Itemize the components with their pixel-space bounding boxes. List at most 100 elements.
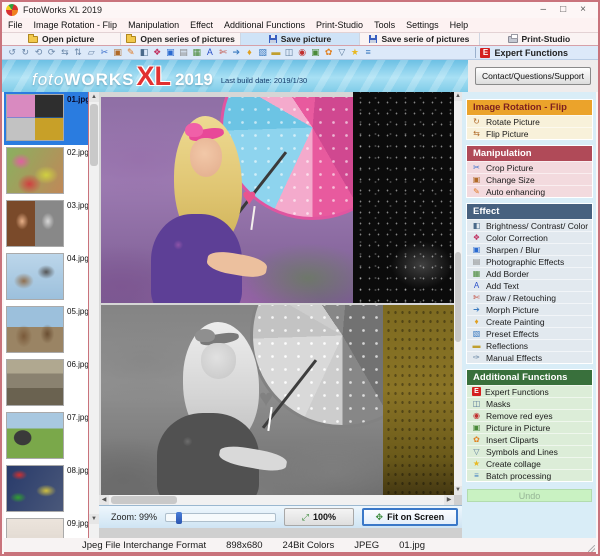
canvas-horizontal-scrollbar[interactable]: ◀ ▶ bbox=[99, 495, 454, 505]
draw-retouching-icon[interactable]: ✄ bbox=[217, 46, 229, 59]
thumbnail-01[interactable]: 01.jpg bbox=[4, 92, 88, 145]
panel-item-masks[interactable]: ◫ Masks bbox=[467, 397, 592, 409]
photographic-effects-icon[interactable]: ▤ bbox=[177, 46, 189, 59]
thumbnail-03[interactable]: 03.jpg bbox=[4, 198, 88, 251]
panel-item-flip-picture[interactable]: ⇆ Flip Picture bbox=[467, 127, 592, 139]
thumbnail-04[interactable]: 04.jpg bbox=[4, 251, 88, 304]
image-preview-area[interactable]: ♥ ♥ bbox=[99, 92, 454, 495]
crop-icon[interactable]: ✂ bbox=[98, 46, 110, 59]
minimize-button[interactable]: – bbox=[541, 5, 547, 15]
scroll-down-icon[interactable]: ▼ bbox=[89, 514, 99, 524]
save-picture-button[interactable]: Save picture bbox=[241, 33, 360, 45]
rotate-90-ccw-icon[interactable]: ⟲ bbox=[32, 46, 44, 59]
close-button[interactable]: × bbox=[580, 5, 586, 15]
menu-tools[interactable]: Tools bbox=[374, 20, 395, 30]
panel-item-draw-retouching[interactable]: ✄ Draw / Retouching bbox=[467, 291, 592, 303]
rotate-right-icon[interactable]: ↻ bbox=[19, 46, 31, 59]
panel-item-remove-red-eyes[interactable]: ◉ Remove red eyes bbox=[467, 409, 592, 421]
maximize-button[interactable]: □ bbox=[560, 5, 566, 15]
expert-functions-button[interactable]: E Expert Functions bbox=[480, 48, 594, 58]
brightness-contrast-icon[interactable]: ◧ bbox=[138, 46, 150, 59]
scrollbar-thumb[interactable] bbox=[90, 104, 98, 166]
panel-item-crop-picture[interactable]: ✂ Crop Picture bbox=[467, 161, 592, 173]
resize-grip-icon[interactable] bbox=[588, 545, 595, 552]
open-picture-button[interactable]: Open picture bbox=[2, 33, 121, 45]
panel-item-change-size[interactable]: ▣ Change Size bbox=[467, 173, 592, 185]
morph-picture-icon[interactable]: ➔ bbox=[230, 46, 242, 59]
menu-help[interactable]: Help bbox=[450, 20, 469, 30]
sharpen-blur-icon[interactable]: ▣ bbox=[164, 46, 176, 59]
scroll-up-icon[interactable]: ▲ bbox=[454, 92, 462, 101]
thumbnail-07[interactable]: 07.jpg bbox=[4, 410, 88, 463]
menu-effect[interactable]: Effect bbox=[190, 20, 213, 30]
panel-item-photographic-effects[interactable]: ▤ Photographic Effects bbox=[467, 255, 592, 267]
canvas-vertical-scrollbar[interactable]: ▲ ▼ bbox=[454, 92, 462, 495]
menu-manipulation[interactable]: Manipulation bbox=[128, 20, 179, 30]
create-painting-icon[interactable]: ♦ bbox=[243, 46, 255, 59]
panel-item-expert-functions[interactable]: E Expert Functions bbox=[467, 385, 592, 397]
batch-processing-icon[interactable]: ≡ bbox=[362, 46, 374, 59]
zoom-slider[interactable] bbox=[165, 513, 276, 522]
add-border-icon[interactable]: ▦ bbox=[191, 46, 203, 59]
zoom-slider-thumb[interactable] bbox=[176, 512, 182, 524]
menu-print-studio[interactable]: Print-Studio bbox=[316, 20, 363, 30]
open-series-button[interactable]: Open series of pictures bbox=[121, 33, 240, 45]
menu-image-rotation-flip[interactable]: Image Rotation - Flip bbox=[34, 20, 118, 30]
resize-icon[interactable]: ▣ bbox=[112, 46, 124, 59]
menu-file[interactable]: File bbox=[8, 20, 23, 30]
symbols-lines-icon[interactable]: ▽ bbox=[336, 46, 348, 59]
menu-additional-functions[interactable]: Additional Functions bbox=[224, 20, 305, 30]
panel-item-brightness-contrast-color[interactable]: ◧ Brightness/ Contrast/ Color bbox=[467, 219, 592, 231]
scrollbar-thumb[interactable] bbox=[111, 496, 177, 504]
menu-settings[interactable]: Settings bbox=[406, 20, 439, 30]
color-correction-icon[interactable]: ❖ bbox=[151, 46, 163, 59]
scroll-right-icon[interactable]: ▶ bbox=[444, 495, 454, 505]
masks-icon[interactable]: ◫ bbox=[283, 46, 295, 59]
panel-item-auto-enhancing[interactable]: ✎ Auto enhancing bbox=[467, 185, 592, 197]
thumbnail-02[interactable]: 02.jpg bbox=[4, 145, 88, 198]
panel-item-create-painting[interactable]: ♦ Create Painting bbox=[467, 315, 592, 327]
panel-item-morph-picture[interactable]: ➔ Morph Picture bbox=[467, 303, 592, 315]
remove-red-eyes-icon[interactable]: ◉ bbox=[296, 46, 308, 59]
panel-item-reflections[interactable]: ▬ Reflections bbox=[467, 339, 592, 351]
thumbnail-09[interactable]: 09.jpg bbox=[4, 516, 88, 538]
fit-on-screen-button[interactable]: ✥ Fit on Screen bbox=[362, 508, 458, 526]
print-studio-button[interactable]: Print-Studio bbox=[480, 33, 598, 45]
create-collage-icon[interactable]: ★ bbox=[349, 46, 361, 59]
thumbnail-08[interactable]: 08.jpg bbox=[4, 463, 88, 516]
panel-item-preset-effects[interactable]: ▧ Preset Effects bbox=[467, 327, 592, 339]
preset-effects-icon[interactable]: ▧ bbox=[257, 46, 269, 59]
panel-item-insert-cliparts[interactable]: ✿ Insert Cliparts bbox=[467, 433, 592, 445]
thumbnail-scrollbar[interactable]: ▲ ▼ bbox=[89, 92, 99, 538]
scroll-left-icon[interactable]: ◀ bbox=[99, 495, 109, 505]
flip-vertical-icon[interactable]: ⇅ bbox=[72, 46, 84, 59]
rotate-left-icon[interactable]: ↺ bbox=[6, 46, 18, 59]
mirror-icon[interactable]: ▱ bbox=[85, 46, 97, 59]
panel-item-color-correction[interactable]: ❖ Color Correction bbox=[467, 231, 592, 243]
scroll-up-icon[interactable]: ▲ bbox=[89, 92, 99, 102]
save-series-button[interactable]: Save serie of pictures bbox=[360, 33, 479, 45]
rotate-90-cw-icon[interactable]: ⟳ bbox=[46, 46, 58, 59]
scroll-down-icon[interactable]: ▼ bbox=[454, 486, 462, 495]
reflections-icon[interactable]: ▬ bbox=[270, 46, 282, 59]
picture-in-picture-icon[interactable]: ▣ bbox=[309, 46, 321, 59]
undo-button[interactable]: Undo bbox=[467, 489, 592, 502]
thumbnail-05[interactable]: 05.jpg bbox=[4, 304, 88, 357]
panel-item-manual-effects[interactable]: ✑ Manual Effects bbox=[467, 351, 592, 363]
panel-item-sharpen-blur[interactable]: ▣ Sharpen / Blur bbox=[467, 243, 592, 255]
panel-item-rotate-picture[interactable]: ↻ Rotate Picture bbox=[467, 115, 592, 127]
panel-item-batch-processing[interactable]: ≡ Batch processing bbox=[467, 469, 592, 481]
contact-support-button[interactable]: Contact/Questions/Support bbox=[475, 67, 591, 85]
panel-item-add-text[interactable]: A Add Text bbox=[467, 279, 592, 291]
thumbnail-06[interactable]: 06.jpg bbox=[4, 357, 88, 410]
auto-enhance-icon[interactable]: ✎ bbox=[125, 46, 137, 59]
panel-item-create-collage[interactable]: ★ Create collage bbox=[467, 457, 592, 469]
flip-horizontal-icon[interactable]: ⇆ bbox=[59, 46, 71, 59]
panel-item-picture-in-picture[interactable]: ▣ Picture in Picture bbox=[467, 421, 592, 433]
panel-item-add-border[interactable]: ▦ Add Border bbox=[467, 267, 592, 279]
scrollbar-thumb[interactable] bbox=[455, 252, 461, 342]
add-text-icon[interactable]: A bbox=[204, 46, 216, 59]
panel-item-symbols-and-lines[interactable]: ▽ Symbols and Lines bbox=[467, 445, 592, 457]
zoom-100-button[interactable]: ⤢ 100% bbox=[284, 508, 354, 526]
insert-cliparts-icon[interactable]: ✿ bbox=[323, 46, 335, 59]
